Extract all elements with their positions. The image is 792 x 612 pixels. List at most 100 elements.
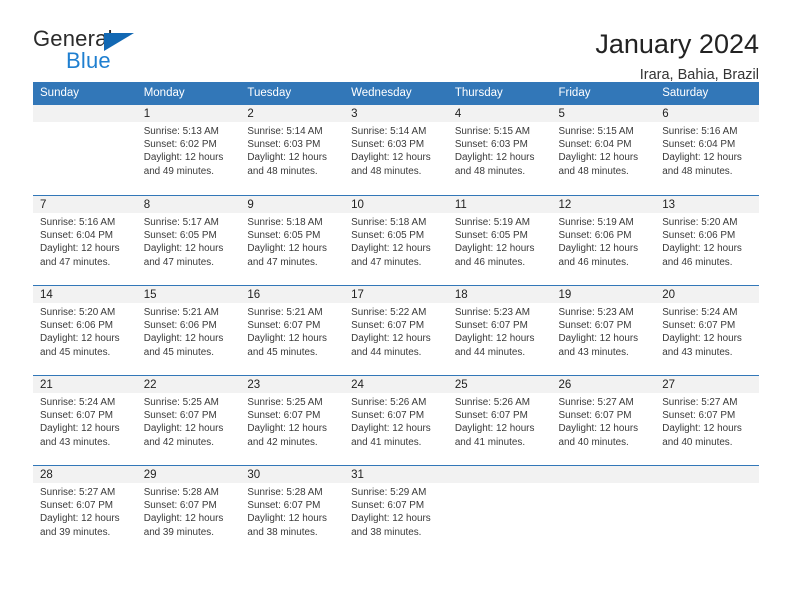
day-cell[interactable]: 11 Sunrise: 5:19 AM Sunset: 6:05 PM Dayligh… (447, 195, 552, 285)
day-sunrise: Sunrise: 5:28 AM (143, 487, 219, 498)
day-cell[interactable]: 20 Sunrise: 5:24 AM Sunset: 6:07 PM Dayligh… (655, 285, 759, 375)
day-sunset: Sunset: 6:06 PM (143, 320, 217, 332)
day-daylight-line2: and 47 minutes. (351, 256, 422, 268)
day-cell[interactable]: 4 Sunrise: 5:15 AM Sunset: 6:03 PM Daylight… (447, 105, 552, 195)
day-sunset: Sunset: 6:02 PM (143, 139, 217, 151)
calendar-cell: 3 Sunrise: 5:14 AM Sunset: 6:03 PM Daylight… (344, 105, 448, 195)
day-sunrise: Sunrise: 5:13 AM (143, 126, 219, 137)
day-cell[interactable]: 28 Sunrise: 5:27 AM Sunset: 6:07 PM Dayligh… (33, 465, 137, 555)
day-cell[interactable]: 29 Sunrise: 5:28 AM Sunset: 6:07 PM Dayligh… (136, 465, 241, 555)
day-cell[interactable]: 17 Sunrise: 5:22 AM Sunset: 6:07 PM Dayligh… (344, 285, 448, 375)
calendar-cell: 4 Sunrise: 5:15 AM Sunset: 6:03 PM Daylight… (447, 105, 552, 195)
day-cell[interactable]: 9 Sunrise: 5:18 AM Sunset: 6:05 PM Daylight… (240, 195, 345, 285)
day-sunrise: Sunrise: 5:26 AM (351, 397, 427, 408)
day-details: Sunrise: 5:15 AM Sunset: 6:03 PM Daylight:… (448, 122, 552, 178)
day-details: Sunrise: 5:19 AM Sunset: 6:05 PM Daylight:… (448, 213, 552, 269)
day-cell[interactable]: 2 Sunrise: 5:14 AM Sunset: 6:03 PM Daylight… (240, 105, 345, 195)
day-daylight-line1: Daylight: 12 hours (40, 423, 120, 435)
day-cell[interactable]: 7 Sunrise: 5:16 AM Sunset: 6:04 PM Daylight… (33, 195, 137, 285)
day-daylight-line1: Daylight: 12 hours (558, 333, 639, 345)
day-cell[interactable]: 13 Sunrise: 5:20 AM Sunset: 6:06 PM Dayligh… (655, 195, 759, 285)
day-cell[interactable]: 30 Sunrise: 5:28 AM Sunset: 6:07 PM Dayligh… (240, 465, 345, 555)
day-number: 3 (344, 105, 448, 122)
day-number (33, 105, 137, 122)
day-daylight-line2: and 38 minutes. (351, 526, 422, 538)
day-cell[interactable]: 3 Sunrise: 5:14 AM Sunset: 6:03 PM Daylight… (344, 105, 448, 195)
day-cell[interactable]: 21 Sunrise: 5:24 AM Sunset: 6:07 PM Dayligh… (33, 375, 137, 465)
day-daylight-line1: Daylight: 12 hours (351, 152, 431, 164)
day-cell[interactable]: 22 Sunrise: 5:25 AM Sunset: 6:07 PM Dayligh… (136, 375, 241, 465)
day-sunrise: Sunrise: 5:18 AM (247, 217, 323, 228)
calendar-cell: 9 Sunrise: 5:18 AM Sunset: 6:05 PM Daylight… (240, 195, 345, 285)
day-number: 18 (447, 286, 552, 303)
calendar-cell (551, 465, 656, 555)
day-cell[interactable]: 1 Sunrise: 5:13 AM Sunset: 6:02 PM Daylight… (136, 105, 241, 195)
day-number (447, 466, 552, 483)
day-cell[interactable]: 25 Sunrise: 5:26 AM Sunset: 6:07 PM Dayligh… (447, 375, 552, 465)
day-cell[interactable]: 8 Sunrise: 5:17 AM Sunset: 6:05 PM Daylight… (136, 195, 241, 285)
day-daylight-line1: Daylight: 12 hours (454, 243, 535, 255)
day-details: Sunrise: 5:19 AM Sunset: 6:06 PM Daylight:… (552, 213, 656, 269)
day-cell[interactable]: 16 Sunrise: 5:21 AM Sunset: 6:07 PM Dayligh… (240, 285, 345, 375)
calendar-cell: 24 Sunrise: 5:26 AM Sunset: 6:07 PM Dayligh… (344, 375, 448, 465)
day-cell[interactable]: 6 Sunrise: 5:16 AM Sunset: 6:04 PM Daylight… (655, 105, 759, 195)
calendar-cell: 12 Sunrise: 5:19 AM Sunset: 6:06 PM Dayligh… (551, 195, 656, 285)
calendar-table: Sunday Monday Tuesday Wednesday Thursday… (33, 82, 759, 555)
calendar-cell: 27 Sunrise: 5:27 AM Sunset: 6:07 PM Dayligh… (655, 375, 759, 465)
day-cell-empty (655, 465, 759, 555)
day-sunset: Sunset: 6:07 PM (662, 410, 736, 422)
day-details: Sunrise: 5:16 AM Sunset: 6:04 PM Daylight:… (33, 213, 137, 269)
calendar-cell: 7 Sunrise: 5:16 AM Sunset: 6:04 PM Daylight… (33, 195, 137, 285)
calendar-cell: 11 Sunrise: 5:19 AM Sunset: 6:05 PM Dayligh… (447, 195, 552, 285)
day-number: 7 (33, 196, 137, 213)
day-details: Sunrise: 5:14 AM Sunset: 6:03 PM Daylight:… (240, 122, 344, 178)
day-sunset: Sunset: 6:04 PM (662, 139, 736, 151)
day-cell[interactable]: 24 Sunrise: 5:26 AM Sunset: 6:07 PM Dayligh… (344, 375, 448, 465)
day-cell[interactable]: 19 Sunrise: 5:23 AM Sunset: 6:07 PM Dayligh… (551, 285, 656, 375)
day-sunset: Sunset: 6:07 PM (143, 500, 217, 512)
day-daylight-line2: and 39 minutes. (143, 526, 214, 538)
day-cell[interactable]: 12 Sunrise: 5:19 AM Sunset: 6:06 PM Dayligh… (551, 195, 656, 285)
day-cell[interactable]: 26 Sunrise: 5:27 AM Sunset: 6:07 PM Dayligh… (551, 375, 656, 465)
day-details: Sunrise: 5:22 AM Sunset: 6:07 PM Daylight:… (344, 303, 448, 359)
day-daylight-line1: Daylight: 12 hours (558, 423, 639, 435)
day-sunset: Sunset: 6:05 PM (454, 230, 528, 242)
day-sunset: Sunset: 6:07 PM (454, 320, 528, 332)
calendar-cell: 13 Sunrise: 5:20 AM Sunset: 6:06 PM Dayligh… (655, 195, 759, 285)
day-details: Sunrise: 5:23 AM Sunset: 6:07 PM Daylight:… (448, 303, 552, 359)
day-cell[interactable]: 15 Sunrise: 5:21 AM Sunset: 6:06 PM Dayligh… (136, 285, 241, 375)
day-number: 17 (344, 286, 448, 303)
weekday-header-friday: Friday (551, 82, 656, 105)
day-daylight-line2: and 48 minutes. (662, 165, 733, 177)
day-details: Sunrise: 5:20 AM Sunset: 6:06 PM Daylight:… (33, 303, 137, 359)
day-daylight-line2: and 46 minutes. (662, 256, 733, 268)
day-sunset: Sunset: 6:06 PM (40, 320, 114, 332)
day-sunrise: Sunrise: 5:18 AM (351, 217, 427, 228)
day-daylight-line2: and 43 minutes. (662, 346, 733, 358)
day-daylight-line2: and 44 minutes. (454, 346, 526, 358)
day-cell[interactable]: 14 Sunrise: 5:20 AM Sunset: 6:06 PM Dayligh… (33, 285, 137, 375)
day-daylight-line1: Daylight: 12 hours (247, 333, 327, 345)
day-cell[interactable]: 5 Sunrise: 5:15 AM Sunset: 6:04 PM Daylight… (551, 105, 656, 195)
day-number: 25 (447, 376, 552, 393)
day-cell[interactable]: 18 Sunrise: 5:23 AM Sunset: 6:07 PM Dayligh… (447, 285, 552, 375)
brand-logo[interactable]: General Blue (33, 28, 163, 76)
brand-name-blue: Blue (66, 48, 111, 73)
day-cell[interactable]: 27 Sunrise: 5:27 AM Sunset: 6:07 PM Dayligh… (655, 375, 759, 465)
day-daylight-line1: Daylight: 12 hours (558, 243, 639, 255)
day-sunset: Sunset: 6:06 PM (558, 230, 632, 242)
page-title: January 2024 (595, 29, 759, 59)
day-cell[interactable]: 23 Sunrise: 5:25 AM Sunset: 6:07 PM Dayligh… (240, 375, 345, 465)
day-cell[interactable]: 31 Sunrise: 5:29 AM Sunset: 6:07 PM Dayligh… (344, 465, 448, 555)
calendar-cell: 14 Sunrise: 5:20 AM Sunset: 6:06 PM Dayligh… (33, 285, 137, 375)
calendar-cell (447, 465, 552, 555)
day-daylight-line2: and 47 minutes. (143, 256, 214, 268)
day-sunrise: Sunrise: 5:25 AM (247, 397, 323, 408)
day-daylight-line2: and 44 minutes. (351, 346, 422, 358)
day-daylight-line2: and 43 minutes. (558, 346, 629, 358)
day-number: 30 (240, 466, 345, 483)
day-cell[interactable]: 10 Sunrise: 5:18 AM Sunset: 6:05 PM Dayligh… (344, 195, 448, 285)
day-details: Sunrise: 5:25 AM Sunset: 6:07 PM Daylight:… (137, 393, 241, 449)
day-details: Sunrise: 5:18 AM Sunset: 6:05 PM Daylight:… (240, 213, 344, 269)
calendar-cell: 15 Sunrise: 5:21 AM Sunset: 6:06 PM Dayligh… (136, 285, 241, 375)
